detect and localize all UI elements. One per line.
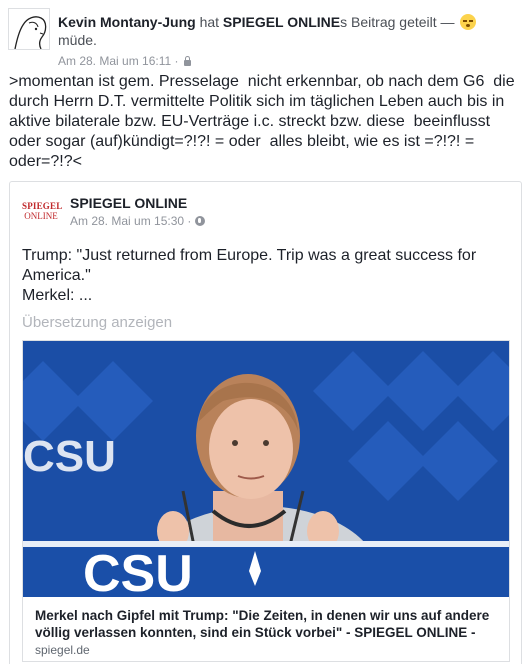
lock-icon [183, 56, 192, 66]
image-banner-left: CSU [23, 432, 116, 481]
shared-page-name[interactable]: SPIEGEL ONLINE [70, 195, 187, 211]
shared-meta: Am 28. Mai um 15:30 · [70, 214, 206, 228]
image-banner-bottom: CSU [83, 545, 193, 597]
shared-timestamp[interactable]: Am 28. Mai um 15:30 · [70, 214, 191, 228]
logo-line2: ONLINE [24, 211, 58, 221]
author-name[interactable]: Kevin Montany-Jung [58, 14, 196, 30]
shared-text-line2: Merkel: ... [22, 287, 93, 304]
article-image[interactable]: CSU CSU [23, 341, 509, 597]
translate-link[interactable]: Übersetzung anzeigen [22, 314, 172, 331]
globe-icon [195, 216, 206, 226]
post-header: Kevin Montany-Jung hat SPIEGEL ONLINEs B… [8, 6, 523, 68]
action-suffix: s Beitrag geteilt — [340, 14, 455, 30]
avatar[interactable] [8, 8, 50, 50]
feeling-text: müde. [58, 32, 97, 48]
article-title[interactable]: Merkel nach Gipfel mit Trump: "Die Zeite… [35, 607, 495, 641]
avatar-sketch-icon [14, 16, 47, 49]
sleepy-emoji-icon [460, 14, 477, 30]
spiegel-logo[interactable]: SPIEGEL ONLINE [22, 201, 63, 229]
post-timestamp[interactable]: Am 28. Mai um 16:11 · [58, 54, 179, 68]
shared-page-link[interactable]: SPIEGEL ONLINE [223, 14, 340, 30]
post-text: >momentan ist gem. Presselage nicht erke… [9, 73, 520, 170]
shared-text-line1: Trump: "Just returned from Europe. Trip … [22, 247, 477, 284]
article-photo-illustration: CSU CSU [23, 341, 509, 597]
shared-text: Trump: "Just returned from Europe. Trip … [22, 246, 512, 306]
link-preview[interactable]: CSU CSU Merkel nach Gipfel mit Trump: "D… [22, 340, 510, 662]
post-meta: Am 28. Mai um 16:11 · [58, 54, 192, 68]
logo-line1: SPIEGEL [22, 201, 63, 211]
author-line: Kevin Montany-Jung hat SPIEGEL ONLINEs B… [58, 13, 477, 31]
article-domain: spiegel.de [35, 643, 90, 657]
action-prefix: hat [199, 14, 220, 30]
shared-post-card: SPIEGEL ONLINE SPIEGEL ONLINE Am 28. Mai… [9, 181, 522, 664]
